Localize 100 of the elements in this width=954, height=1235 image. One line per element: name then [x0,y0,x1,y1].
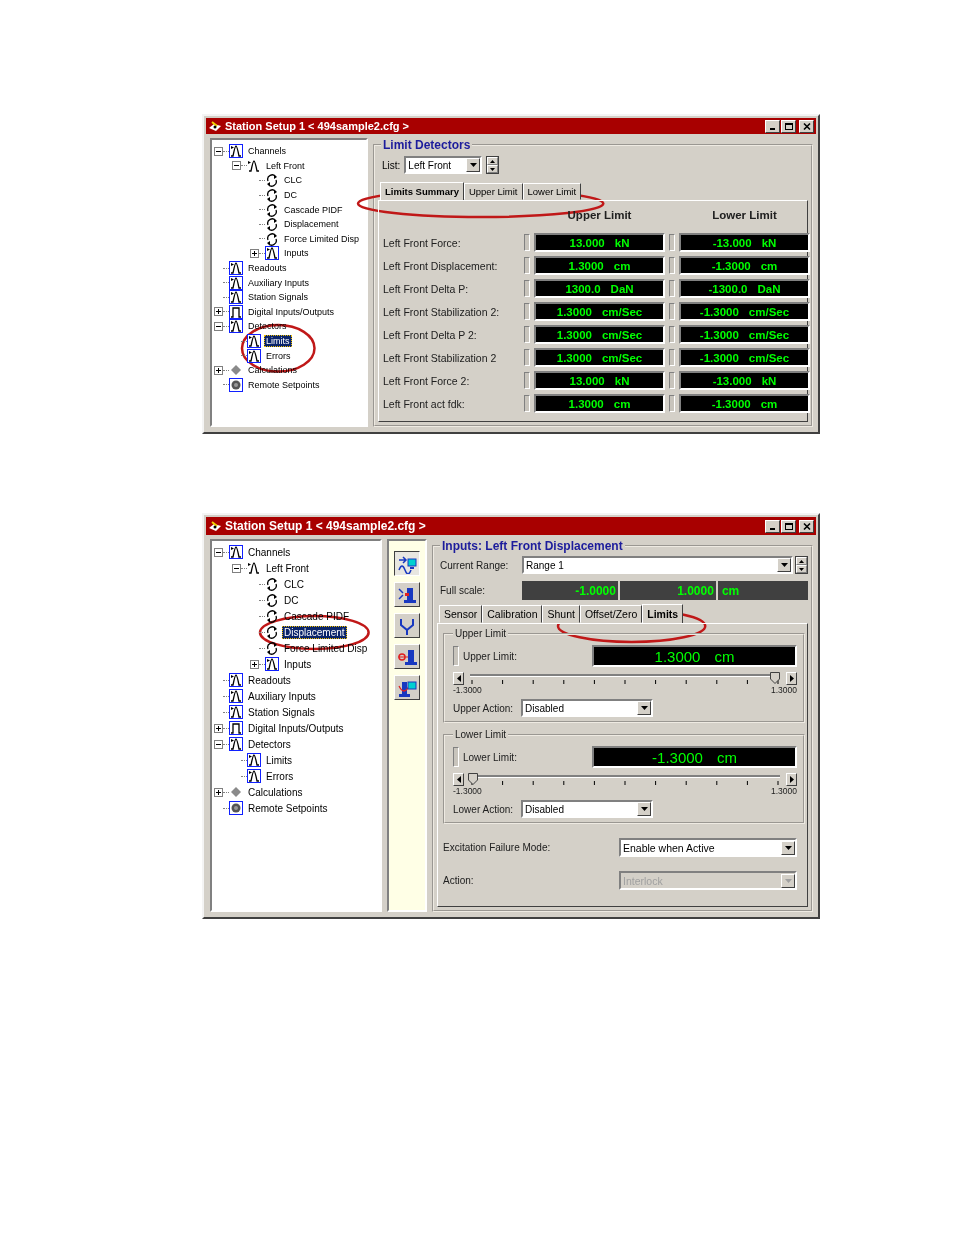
tab[interactable]: Shunt [542,605,580,623]
maximize-button[interactable] [781,119,796,133]
scale-max-label: 1.3000 [771,685,797,695]
wave-monitor-icon [396,553,418,574]
minimize-button[interactable] [765,519,780,533]
value-text: 1.3000 [556,305,592,318]
scroll-right-button[interactable] [786,772,797,786]
expand-toggle[interactable] [214,307,223,317]
range-dropdown[interactable]: Range 1 [522,556,794,574]
tree-item[interactable]: Displacement [282,625,347,639]
scale-value: -1.0000 [522,581,618,600]
slider-thumb[interactable] [468,772,478,785]
tree-item[interactable]: Force Limited Disp [282,232,362,245]
expand-toggle[interactable] [250,659,259,669]
value-text: -1300.0 [708,282,748,295]
dropdown-button[interactable] [466,158,481,172]
expand-toggle[interactable] [214,321,223,331]
refresh-icon [265,641,279,655]
slider[interactable] [468,671,782,685]
dropdown-button[interactable] [637,701,652,715]
minimize-icon [770,527,775,530]
tree-item[interactable]: CLC [282,577,306,591]
tree-item[interactable]: CLC [282,174,304,187]
app-icon [208,520,222,532]
tree-item[interactable]: Remote Setpoints [246,801,330,815]
dropdown-button[interactable] [777,558,792,572]
caret-icon [468,162,478,168]
row-label: Left Front Force: [383,236,462,249]
row-label: Left Front Delta P: [383,282,470,295]
close-button[interactable] [799,519,814,533]
down-arrow-icon [490,167,496,171]
tab[interactable]: Offset/Zero [579,605,643,623]
expand-toggle[interactable] [214,787,223,797]
tree-item[interactable]: Channels [246,145,289,158]
tab[interactable]: Sensor [439,605,483,623]
tree-item[interactable]: Remote Setpoints [246,378,322,391]
tree-item[interactable]: Digital Inputs/Outputs [246,305,337,318]
slider-thumb[interactable] [770,671,780,684]
scroll-left-button[interactable] [453,772,464,786]
tree-item[interactable]: Station Signals [246,705,317,719]
field-label: List: [382,159,401,171]
tree-item[interactable]: Calculations [246,785,305,799]
tree-item[interactable]: Station Signals [246,291,311,304]
tree-item[interactable]: Errors [264,769,296,783]
left-arrow-icon [456,674,461,682]
tree-item[interactable]: DC [282,189,299,202]
pulse-icon [229,304,243,319]
tab[interactable]: Upper Limit [463,183,523,200]
expand-toggle[interactable] [232,161,241,171]
expand-toggle[interactable] [250,248,259,258]
waveform-icon [247,348,261,363]
tree-item[interactable]: Inputs [282,247,311,260]
tree-item[interactable]: Inputs [282,657,314,671]
refresh-icon [265,593,279,607]
spin-control[interactable] [486,156,500,174]
dropdown-button[interactable] [781,840,795,855]
unit-text: cm/Sec [601,328,643,341]
down-arrow-icon [799,567,805,571]
scroll-left-button[interactable] [453,671,464,685]
tab[interactable]: Calibration [482,605,543,623]
tree-item[interactable]: Auxiliary Inputs [246,276,312,289]
tree-item[interactable]: Limits [264,753,295,767]
value-text: -13.000 [712,236,752,249]
scroll-right-button[interactable] [786,671,797,685]
expand-toggle[interactable] [214,146,223,156]
maximize-button[interactable] [781,519,796,533]
tree-item[interactable]: Left Front [264,159,307,172]
slider[interactable] [468,772,782,786]
action-dropdown[interactable]: Disabled [521,699,654,717]
tree-item[interactable]: Errors [264,349,293,362]
expand-toggle[interactable] [214,723,223,733]
refresh-icon [265,609,279,623]
status-indicator [524,234,530,251]
expand-toggle[interactable] [214,739,223,749]
tab[interactable]: Lower Limit [522,183,582,200]
tree-item[interactable]: Digital Inputs/Outputs [246,721,346,735]
status-indicator [524,303,530,320]
close-button[interactable] [799,119,814,133]
status-indicator [669,395,675,412]
expand-toggle[interactable] [214,547,223,557]
tree-item[interactable]: Readouts [246,673,293,687]
mode-dropdown[interactable]: Enable when Active [619,838,797,857]
spin-control[interactable] [795,556,808,574]
tree-item[interactable]: Auxiliary Inputs [246,689,318,703]
minimize-button[interactable] [765,119,780,133]
expand-toggle[interactable] [232,563,241,573]
tree-item[interactable]: DC [282,593,301,607]
tree-item[interactable]: Cascade PIDF [282,203,345,216]
tree-item[interactable]: Displacement [282,218,341,231]
tree-item[interactable]: Readouts [246,262,289,275]
tree-item[interactable]: Left Front [264,561,311,575]
tree-item[interactable]: Detectors [246,737,293,751]
dropdown-button[interactable] [637,802,652,816]
action-dropdown[interactable]: Disabled [521,800,654,818]
tree-item[interactable]: Limits [264,335,292,347]
expand-toggle[interactable] [214,365,223,375]
tab[interactable]: Limits [642,604,684,624]
tree-item[interactable]: Channels [246,545,293,559]
list-dropdown[interactable]: Left Front [404,156,483,174]
tool-button[interactable] [394,551,420,576]
